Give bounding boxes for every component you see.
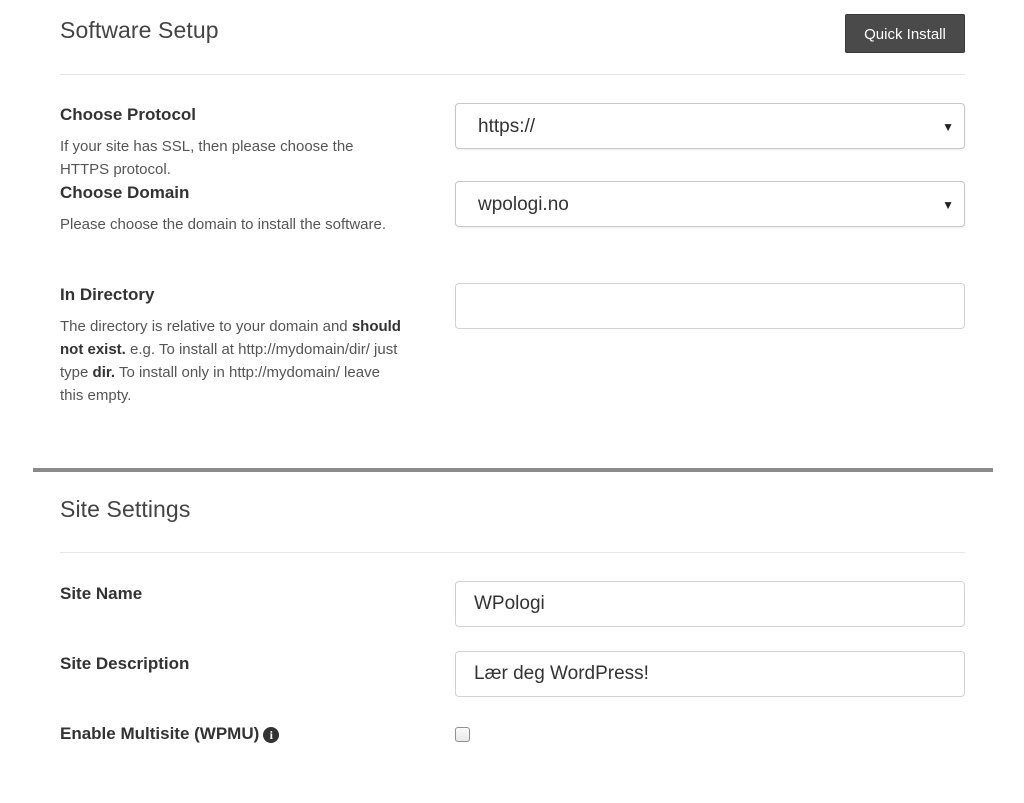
info-circle-icon[interactable]: i [263,727,280,743]
site-description-label: Site Description [60,654,190,673]
directory-help-text: The directory is relative to your domain… [60,318,352,335]
domain-select[interactable]: wpologi.no ▼ [455,181,965,227]
dropdown-arrow-icon: ▼ [942,198,954,212]
directory-input[interactable] [455,283,965,329]
site-description-input[interactable] [455,651,965,697]
site-name-input[interactable] [455,581,965,627]
multisite-label: Enable Multisite (WPMU) i [60,724,280,744]
directory-help-bold: dir. [92,364,116,381]
protocol-select[interactable]: https:// ▼ [455,103,965,149]
protocol-select-value: https:// [478,116,536,137]
protocol-label: Choose Protocol [60,105,197,124]
site-settings-title: Site Settings [60,496,191,522]
directory-label: In Directory [60,285,155,304]
software-setup-divider [60,74,965,75]
section-separator [33,468,993,472]
software-setup-title: Software Setup [60,17,219,43]
domain-help: Please choose the domain to install the … [60,216,387,233]
protocol-help: If your site has SSL, then please choose… [60,138,354,178]
domain-label: Choose Domain [60,183,190,202]
quick-install-button[interactable]: Quick Install [845,14,965,53]
domain-select-value: wpologi.no [478,194,569,215]
site-settings-divider [60,552,965,553]
site-name-label: Site Name [60,584,143,603]
directory-help: The directory is relative to your domain… [60,315,405,407]
multisite-label-text: Enable Multisite (WPMU) [60,724,260,743]
multisite-checkbox[interactable] [455,727,470,742]
install-form-page: Software Setup Quick Install Choose Prot… [0,0,1024,803]
dropdown-arrow-icon: ▼ [942,120,954,134]
